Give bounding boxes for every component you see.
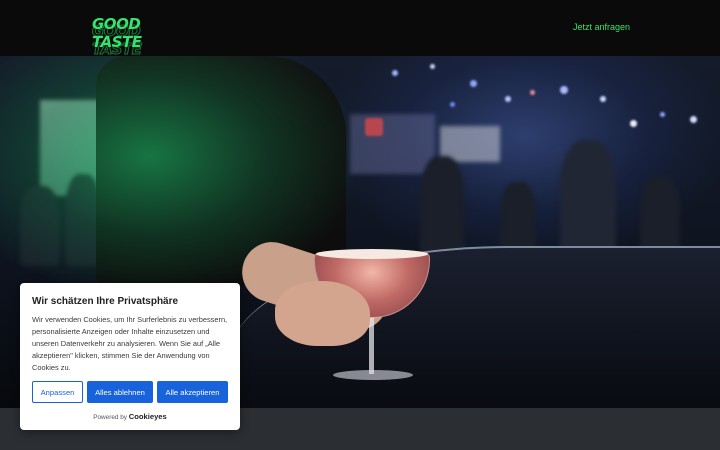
cookie-description: Wir verwenden Cookies, um Ihr Surferlebn… [32, 315, 228, 372]
bokeh-light [470, 80, 477, 87]
bokeh-light [630, 120, 637, 127]
glass-stem [369, 318, 374, 374]
cocktail-foam [316, 249, 428, 259]
bokeh-light [430, 64, 435, 69]
accept-all-button[interactable]: Alle akzeptieren [157, 381, 228, 403]
bokeh-light [690, 116, 697, 123]
powered-by: Powered by Cookieyes [20, 412, 240, 421]
background-booth [350, 114, 435, 174]
cookie-title: Wir schätzen Ihre Privatsphäre [32, 296, 179, 307]
bokeh-light [392, 70, 398, 76]
logo-text: GOOD TASTE [92, 15, 142, 51]
guest-silhouette [560, 140, 616, 260]
cookieyes-logo[interactable]: Cookieyes [129, 412, 167, 421]
bokeh-light [660, 112, 665, 117]
bokeh-light [600, 96, 606, 102]
jetzt-anfragen-link[interactable]: Jetzt anfragen [573, 22, 630, 32]
powered-by-label: Powered by [93, 414, 127, 421]
bokeh-light [560, 86, 568, 94]
bokeh-light [530, 90, 535, 95]
cookie-button-row: Anpassen Alles ablehnen Alle akzeptieren [32, 381, 228, 403]
cookie-consent-dialog: Wir schätzen Ihre Privatsphäre Wir verwe… [20, 283, 240, 430]
bokeh-light [450, 102, 455, 107]
glass-base [333, 370, 413, 380]
booth-sign [365, 118, 383, 136]
reject-all-button[interactable]: Alles ablehnen [87, 381, 153, 403]
customize-button[interactable]: Anpassen [32, 381, 83, 403]
bokeh-light [505, 96, 511, 102]
bartender-hand [275, 281, 370, 346]
site-header: GOOD TASTE GOOD TASTE Jetzt anfragen [0, 0, 720, 59]
good-taste-logo[interactable]: GOOD TASTE GOOD TASTE [92, 12, 188, 59]
guest-silhouette [420, 156, 464, 256]
guest-silhouette [640, 176, 680, 256]
